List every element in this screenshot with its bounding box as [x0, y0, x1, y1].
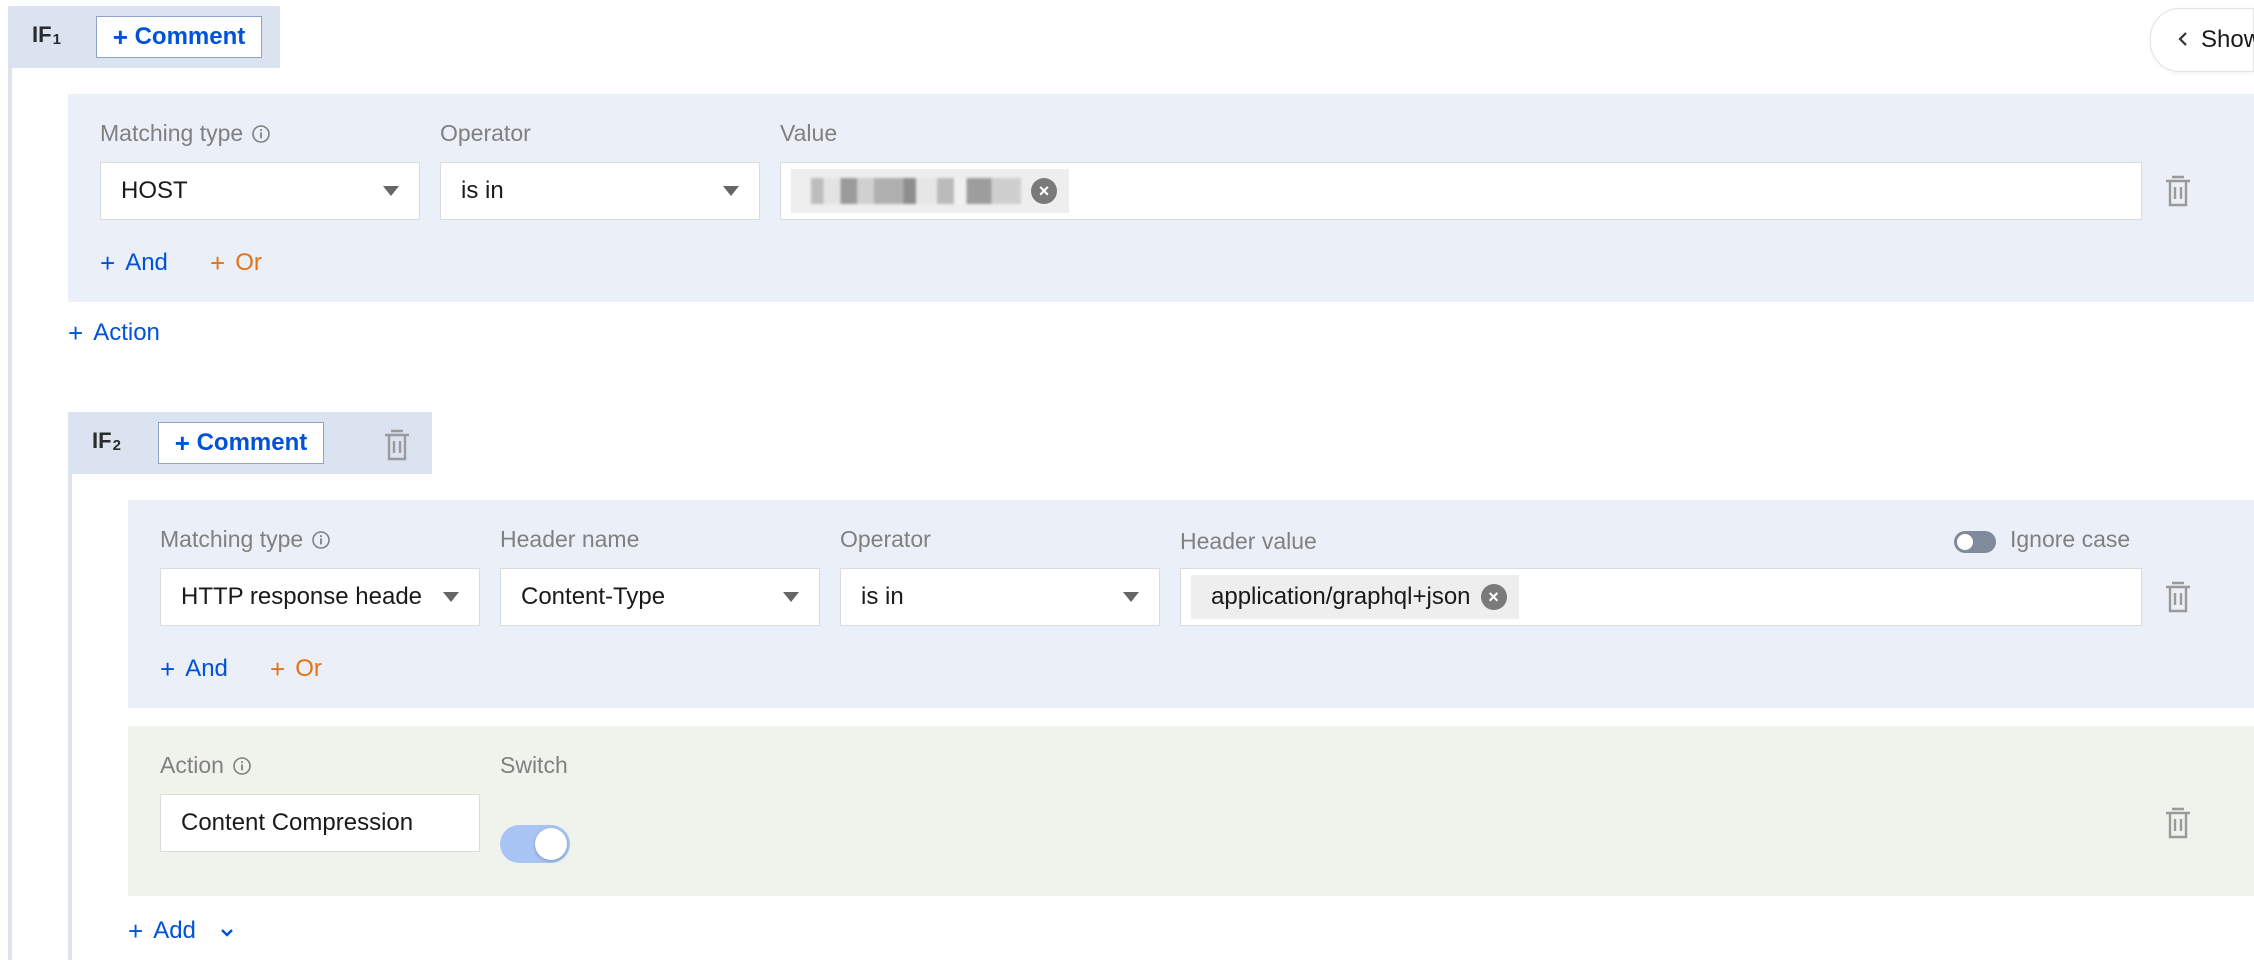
plus-icon: +: [112, 22, 128, 52]
clear-circle-icon[interactable]: ×: [1480, 584, 1507, 610]
action-input[interactable]: Content Compression: [160, 794, 480, 852]
header-value-tag-input[interactable]: application/graphql+json ×: [1180, 568, 2142, 626]
add-or-condition-link[interactable]: + Or: [270, 655, 322, 683]
chevron-down-icon: [220, 917, 234, 945]
operator-value: is in: [861, 583, 904, 610]
header-name-select[interactable]: Content-Type: [500, 568, 820, 626]
plus-icon: +: [68, 318, 84, 348]
ignore-case-label: Ignore case: [2010, 526, 2131, 552]
matching-type-value: HOST: [121, 177, 188, 204]
operator-label: Operator: [440, 120, 531, 146]
redacted-value: [811, 178, 1021, 204]
caret-down-icon: [723, 186, 739, 196]
value-tag: ×: [791, 169, 1069, 213]
matching-type-select[interactable]: HOST: [100, 162, 420, 220]
info-circle-icon[interactable]: [232, 756, 252, 776]
rule2-comment-button[interactable]: + Comment: [158, 422, 324, 464]
add-link-label: Add: [153, 917, 196, 944]
compression-switch[interactable]: [500, 825, 570, 863]
plus-icon: +: [174, 428, 190, 458]
header-name-label: Header name: [500, 526, 640, 552]
operator-select[interactable]: is in: [440, 162, 760, 220]
trash-icon[interactable]: [381, 428, 413, 462]
operator-label: Operator: [840, 526, 931, 552]
caret-down-icon: [383, 186, 399, 196]
matching-type-label: Matching type: [100, 120, 271, 147]
plus-icon: +: [100, 248, 116, 278]
add-and-condition-link[interactable]: + And: [100, 249, 168, 277]
operator-value: is in: [461, 177, 504, 204]
trash-icon[interactable]: [2162, 580, 2194, 614]
show-button[interactable]: Show: [2150, 8, 2254, 72]
header-name-value: Content-Type: [521, 583, 666, 610]
action-value: Content Compression: [181, 809, 414, 836]
trash-icon[interactable]: [2162, 174, 2194, 208]
or-label: Or: [295, 655, 322, 682]
comment-button-label: Comment: [134, 23, 246, 50]
switch-label: Switch: [500, 752, 568, 778]
info-circle-icon[interactable]: [251, 124, 271, 144]
plus-icon: +: [210, 248, 226, 278]
rule1-rail: [8, 46, 12, 960]
comment-button-label: Comment: [196, 429, 308, 456]
action-label: Action: [160, 752, 252, 779]
ignore-case-toggle[interactable]: [1954, 531, 1996, 553]
add-action-link[interactable]: + Action: [68, 319, 160, 347]
matching-type-select[interactable]: HTTP response heade: [160, 568, 480, 626]
caret-down-icon: [783, 592, 799, 602]
caret-down-icon: [1123, 592, 1139, 602]
value-tag-input[interactable]: ×: [780, 162, 2142, 220]
plus-icon: +: [128, 916, 144, 946]
operator-select[interactable]: is in: [840, 568, 1160, 626]
or-label: Or: [235, 249, 262, 276]
show-button-label: Show: [2201, 26, 2254, 53]
plus-icon: +: [160, 654, 176, 684]
header-value-tag: application/graphql+json ×: [1191, 575, 1519, 619]
trash-icon[interactable]: [2162, 806, 2194, 840]
add-dropdown-link[interactable]: + Add: [128, 917, 234, 945]
add-and-condition-link[interactable]: + And: [160, 655, 228, 683]
and-label: And: [125, 249, 168, 276]
action-link-label: Action: [93, 319, 160, 346]
chevron-left-icon: [2177, 26, 2189, 54]
and-label: And: [185, 655, 228, 682]
add-or-condition-link[interactable]: + Or: [210, 249, 262, 277]
rule2-rail: [68, 472, 72, 960]
matching-type-label: Matching type: [160, 526, 331, 553]
caret-down-icon: [443, 592, 459, 602]
value-label: Value: [780, 120, 838, 146]
clear-circle-icon[interactable]: ×: [1031, 178, 1057, 204]
plus-icon: +: [270, 654, 286, 684]
rule1-tag: IF1: [32, 22, 61, 48]
rule2-tag: IF2: [92, 428, 121, 454]
rule1-comment-button[interactable]: + Comment: [96, 16, 262, 58]
header-value-label: Header value: [1180, 528, 1317, 554]
info-circle-icon[interactable]: [311, 530, 331, 550]
header-value-tag-text: application/graphql+json: [1211, 583, 1471, 610]
matching-type-value: HTTP response heade: [181, 583, 423, 610]
